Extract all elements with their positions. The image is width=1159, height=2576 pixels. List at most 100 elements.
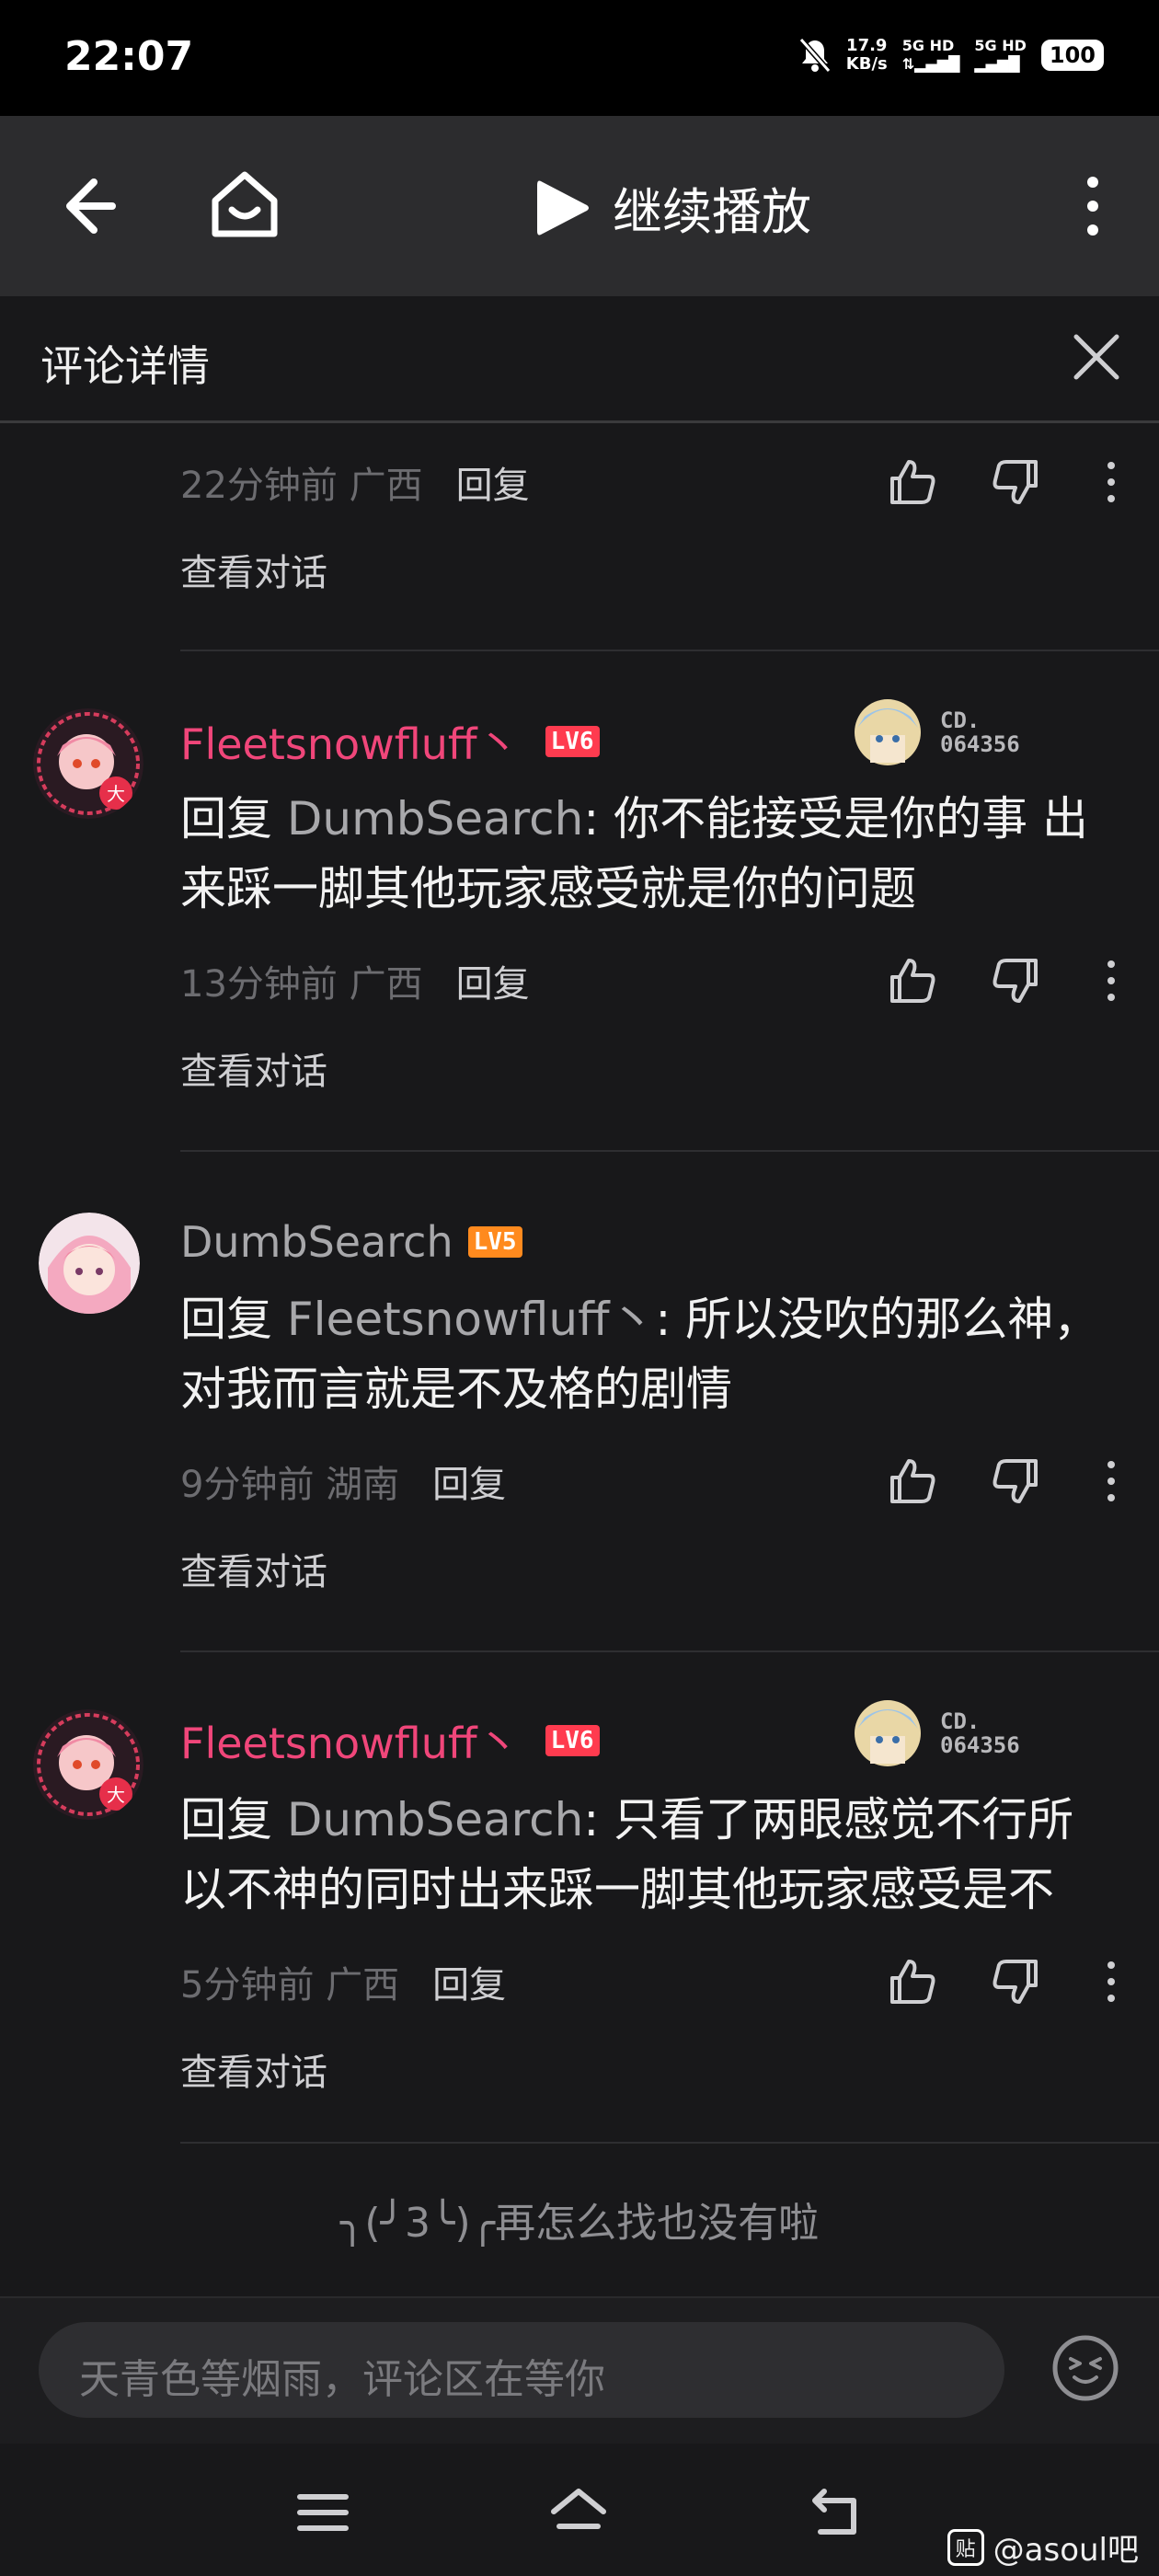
svg-text:大: 大 xyxy=(107,783,125,805)
reply-prefix: 回复 xyxy=(180,1293,287,1346)
status-time: 22:07 xyxy=(64,33,194,80)
more-vertical-icon[interactable] xyxy=(1100,456,1122,508)
badge-code-line1: CD. xyxy=(940,1708,981,1734)
dislike-icon[interactable] xyxy=(990,955,1041,1006)
close-icon[interactable] xyxy=(1071,331,1122,383)
status-icons: 17.9 KB/s 5G HD ⇅▂▄▆█ 5G HD ▂▄▆█ 100 xyxy=(798,37,1104,74)
reply-button[interactable]: 回复 xyxy=(432,1455,506,1508)
like-icon[interactable] xyxy=(887,1956,938,2007)
username[interactable]: DumbSearch xyxy=(180,1217,453,1267)
like-icon[interactable] xyxy=(887,456,938,508)
svg-text:大: 大 xyxy=(107,1784,125,1806)
more-vertical-icon[interactable] xyxy=(1100,1455,1122,1507)
comment-content: 回复 Fleetsnowfluff丶: 所以没吹的那么神，对我而言就是不及格的剧… xyxy=(180,1284,1119,1424)
view-conversation-link[interactable]: 查看对话 xyxy=(180,1542,327,1595)
home-icon[interactable] xyxy=(206,166,283,243)
sim1-signal: 5G HD ⇅▂▄▆█ xyxy=(902,37,960,74)
watermark: 贴 @asoul吧 xyxy=(947,2524,1139,2570)
level-badge: LV6 xyxy=(545,1725,600,1756)
nav-back-icon[interactable] xyxy=(804,2480,868,2545)
net-speed-value: 17.9 xyxy=(846,36,888,55)
more-vertical-icon[interactable] xyxy=(1074,169,1111,243)
comment-meta: 13分钟前 广西 回复 xyxy=(180,953,1128,1008)
like-icon[interactable] xyxy=(887,1455,938,1507)
comment-input[interactable]: 天青色等烟雨，评论区在等你 xyxy=(39,2322,1004,2418)
comment-header: Fleetsnowfluff丶 LV6 xyxy=(180,1711,600,1770)
reply-target-username[interactable]: Fleetsnowfluff丶 xyxy=(287,1293,656,1346)
badge-code-line2: 064356 xyxy=(940,731,1020,757)
comment-actions xyxy=(835,454,1128,510)
battery-indicator: 100 xyxy=(1040,40,1104,71)
dislike-icon[interactable] xyxy=(990,456,1041,508)
avatar[interactable] xyxy=(39,1213,140,1314)
sim2-label: 5G HD xyxy=(974,37,1027,54)
avatar-image xyxy=(39,1213,140,1314)
username[interactable]: Fleetsnowfluff丶 xyxy=(180,711,520,772)
reply-target-username[interactable]: DumbSearch xyxy=(287,792,583,845)
sim2-signal: 5G HD ▂▄▆█ xyxy=(974,37,1027,74)
like-icon[interactable] xyxy=(887,955,938,1006)
fan-badge[interactable]: CD. 064356 xyxy=(846,1689,1058,1777)
comment-detail-header: 评论详情 xyxy=(0,296,1159,423)
more-vertical-icon[interactable] xyxy=(1100,1956,1122,2007)
reply-prefix: 回复 xyxy=(180,1793,287,1846)
badge-character-image xyxy=(855,1700,921,1766)
comment-content: 回复 DumbSearch: 只看了两眼感觉不行所以不神的同时出来踩一脚其他玩家… xyxy=(180,1785,1119,1925)
avatar-image: 大 xyxy=(33,1709,143,1820)
badge-code-line1: CD. xyxy=(940,707,981,733)
sim1-label: 5G HD xyxy=(901,37,955,54)
reply-button[interactable]: 回复 xyxy=(456,455,530,509)
end-of-list-text: ╮(╯3╰)╭再怎么找也没有啦 xyxy=(339,2200,820,2247)
nav-home-icon[interactable] xyxy=(546,2480,611,2545)
view-conversation-link[interactable]: 查看对话 xyxy=(180,543,327,596)
play-icon xyxy=(537,180,589,235)
comment-divider xyxy=(180,1650,1159,1652)
emoji-icon[interactable] xyxy=(1050,2333,1120,2403)
page-title: 评论详情 xyxy=(40,341,210,391)
badge-code: CD. 064356 xyxy=(940,708,1020,756)
avatar[interactable]: 大 xyxy=(33,708,143,819)
net-speed-unit: KB/s xyxy=(845,54,888,74)
system-nav-bar: 贴 @asoul吧 xyxy=(0,2444,1159,2576)
view-conversation-link[interactable]: 查看对话 xyxy=(180,1041,327,1095)
comment-actions xyxy=(835,1954,1128,2009)
video-top-bar: 继续播放 xyxy=(0,116,1159,296)
comment-actions xyxy=(835,1454,1128,1509)
continue-play-button[interactable]: 继续播放 xyxy=(534,171,811,244)
avatar-image: 大 xyxy=(33,708,143,819)
continue-play-label: 继续播放 xyxy=(613,183,811,241)
comment-input-placeholder: 天青色等烟雨，评论区在等你 xyxy=(79,2356,605,2403)
comment-divider xyxy=(180,1150,1159,1152)
dislike-icon[interactable] xyxy=(990,1956,1041,2007)
reply-button[interactable]: 回复 xyxy=(456,954,530,1007)
reply-target-username[interactable]: DumbSearch xyxy=(287,1793,583,1846)
comment-meta: 9分钟前 湖南 回复 xyxy=(180,1454,1128,1509)
menu-icon[interactable] xyxy=(291,2480,355,2545)
watermark-text: @asoul吧 xyxy=(993,2532,1139,2569)
comment-header: DumbSearch LV5 xyxy=(180,1213,522,1271)
comment-meta: 22分钟前 广西 回复 xyxy=(180,454,1128,510)
comment-time-location: 13分钟前 广西 xyxy=(180,963,423,1006)
more-vertical-icon[interactable] xyxy=(1100,955,1122,1006)
reply-button[interactable]: 回复 xyxy=(432,1955,506,2008)
back-arrow-icon[interactable] xyxy=(55,169,129,243)
badge-code: CD. 064356 xyxy=(940,1709,1020,1757)
comment-divider xyxy=(180,2142,1159,2144)
comment-time-location: 9分钟前 湖南 xyxy=(180,1464,400,1506)
comment-time-location: 5分钟前 广西 xyxy=(180,1964,400,2007)
comment-actions xyxy=(835,953,1128,1008)
badge-code-line2: 064356 xyxy=(940,1732,1020,1758)
net-speed: 17.9 KB/s xyxy=(846,37,888,74)
comment-divider xyxy=(180,650,1159,651)
fan-badge[interactable]: CD. 064356 xyxy=(846,688,1058,776)
mute-bell-icon xyxy=(798,38,832,73)
comment-time-location: 22分钟前 广西 xyxy=(180,465,423,507)
dislike-icon[interactable] xyxy=(990,1455,1041,1507)
badge-character-image xyxy=(855,699,921,765)
avatar[interactable]: 大 xyxy=(33,1709,143,1820)
comment-meta: 5分钟前 广西 回复 xyxy=(180,1954,1128,2009)
comment-input-bar: 天青色等烟雨，评论区在等你 xyxy=(0,2296,1159,2444)
signal-bars-icon: ⇅▂▄▆█ xyxy=(901,55,960,73)
view-conversation-link[interactable]: 查看对话 xyxy=(180,2042,327,2096)
username[interactable]: Fleetsnowfluff丶 xyxy=(180,1710,520,1771)
